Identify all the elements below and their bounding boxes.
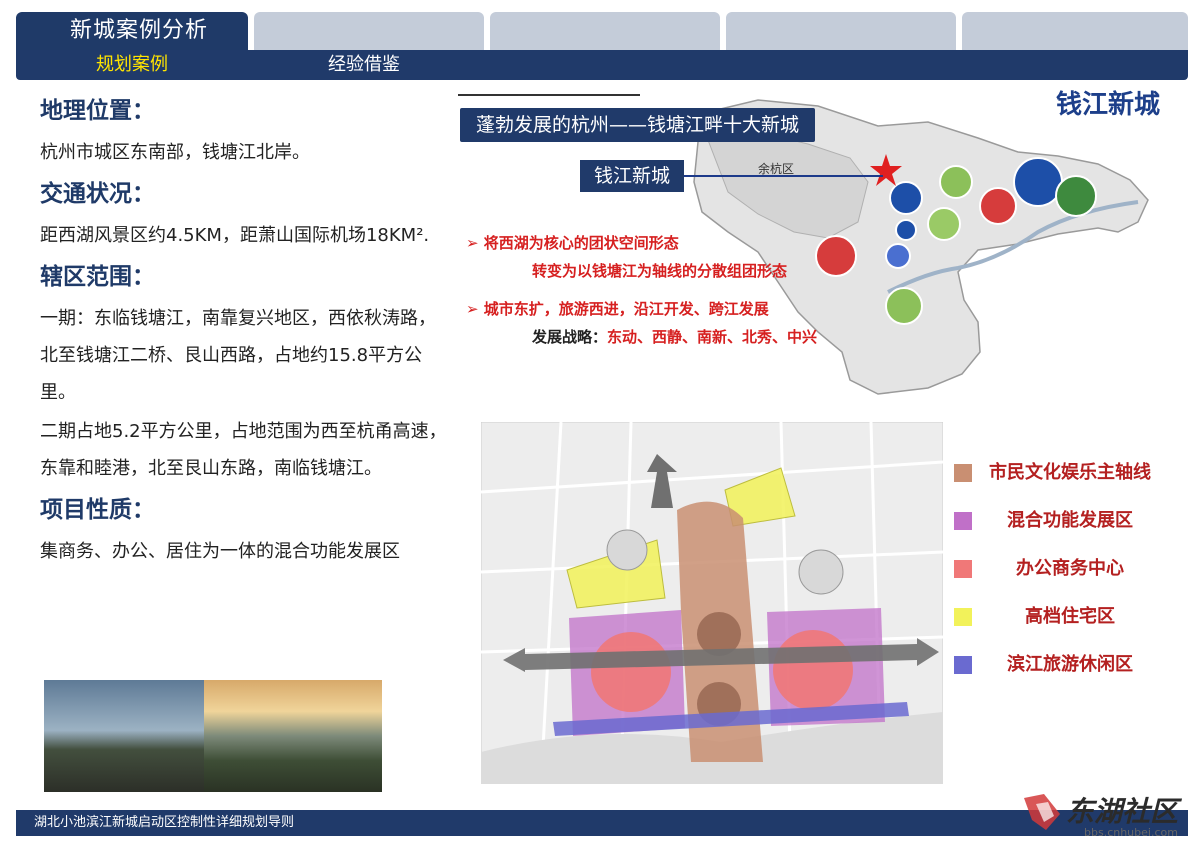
- area-phase2-text: 二期占地5.2平方公里，占地范围为西至杭甬高速，东靠和睦港，北至艮山东路，南临钱…: [40, 421, 447, 479]
- watermark-logo-icon: [1024, 794, 1060, 830]
- site-plan-graphic: [480, 421, 944, 785]
- legend-item-axis: 市民文化娱乐主轴线: [954, 456, 1164, 504]
- legend-label: 高档住宅区: [1025, 606, 1115, 627]
- aerial-render-photo: [204, 680, 382, 792]
- strategy-label: 发展战略：: [532, 328, 608, 346]
- bullet-text: 城市东扩，旅游西进，沿江开发、跨江发展: [483, 300, 769, 318]
- section-title-nature: 项目性质：: [40, 497, 155, 523]
- site-plan: [480, 421, 944, 785]
- map-bullet-2: ➢ 城市东扩，旅游西进，沿江开发、跨江发展: [466, 298, 769, 319]
- strategy-text: 东动、西静、南新、北秀、中兴: [607, 328, 818, 346]
- section-title-location: 地理位置：: [40, 98, 155, 124]
- legend: 市民文化娱乐主轴线 混合功能发展区 办公商务中心 高档住宅区 滨江旅游休闲区: [954, 456, 1164, 696]
- tab-4[interactable]: [726, 12, 956, 50]
- traffic-text: 距西湖风景区约4.5KM，距萧山国际机场18KM².: [40, 225, 430, 246]
- legend-swatch: [954, 512, 972, 530]
- legend-swatch: [954, 656, 972, 674]
- map-callout-label: 钱江新城: [580, 160, 685, 192]
- watermark-url: bbs.cnhubei.com: [1084, 826, 1178, 839]
- legend-label: 市民文化娱乐主轴线: [989, 462, 1151, 483]
- legend-item-residential: 高档住宅区: [954, 600, 1164, 648]
- regional-map: 钱江新城 蓬勃发展的杭州——钱塘江畔十大新城 钱江新城 余杭区 ➢ 将西湖为核心…: [458, 82, 1170, 404]
- subtab-experience[interactable]: 经验借鉴: [328, 50, 400, 80]
- section-title-area: 辖区范围：: [40, 264, 155, 290]
- legend-item-mixed: 混合功能发展区: [954, 504, 1164, 552]
- photo-strip: [44, 680, 382, 792]
- tab-3[interactable]: [490, 12, 720, 50]
- footer-text: 湖北小池滨江新城启动区控制性详细规划导则: [34, 815, 295, 830]
- map-rule: [458, 94, 640, 96]
- legend-item-office: 办公商务中心: [954, 552, 1164, 600]
- bullet-arrow: ➢: [466, 234, 484, 252]
- watermark-text: 东湖社区: [1066, 795, 1179, 828]
- tab-label: 新城案例分析: [70, 18, 209, 43]
- riverfront-photo: [44, 680, 204, 792]
- legend-swatch: [954, 464, 972, 482]
- legend-label: 办公商务中心: [1016, 558, 1124, 579]
- map-title: 钱江新城: [1055, 90, 1160, 120]
- legend-swatch: [954, 560, 972, 578]
- footer: 湖北小池滨江新城启动区控制性详细规划导则: [16, 810, 1188, 836]
- map-strategy: 发展战略：东动、西静、南新、北秀、中兴: [532, 326, 817, 347]
- bullet-arrow: ➢: [466, 300, 484, 318]
- subtab-planning-case[interactable]: 规划案例: [16, 50, 248, 80]
- tab-2[interactable]: [254, 12, 484, 50]
- area-phase1-text: 一期：东临钱塘江，南靠复兴地区，西依秋涛路，北至钱塘江二桥、艮山西路，占地约15…: [40, 308, 436, 403]
- map-bullet-1b: 转变为以钱塘江为轴线的分散组团形态: [532, 262, 788, 280]
- header: 新城案例分析 规划案例 经验借鉴: [16, 12, 1188, 80]
- watermark: 东湖社区 bbs.cnhubei.com: [1020, 786, 1192, 846]
- bullet-text: 将西湖为核心的团状空间形态: [483, 234, 679, 252]
- map-bullet-1: ➢ 将西湖为核心的团状空间形态: [466, 232, 679, 253]
- nature-text: 集商务、办公、居住为一体的混合功能发展区: [40, 541, 400, 562]
- info-column: 地理位置： 杭州市城区东南部，钱塘江北岸。 交通状况： 距西湖风景区约4.5KM…: [40, 96, 450, 570]
- legend-label: 滨江旅游休闲区: [1007, 654, 1133, 675]
- map-banner: 蓬勃发展的杭州——钱塘江畔十大新城: [460, 108, 816, 142]
- tab-5[interactable]: [962, 12, 1188, 50]
- tab-new-city-case[interactable]: 新城案例分析: [16, 12, 248, 50]
- legend-label: 混合功能发展区: [1007, 510, 1133, 531]
- location-text: 杭州市城区东南部，钱塘江北岸。: [40, 142, 310, 163]
- legend-item-riverside: 滨江旅游休闲区: [954, 648, 1164, 696]
- legend-swatch: [954, 608, 972, 626]
- subnav-bar: 规划案例 经验借鉴: [16, 50, 1188, 80]
- district-label: 余杭区: [758, 162, 795, 176]
- section-title-traffic: 交通状况：: [40, 181, 155, 207]
